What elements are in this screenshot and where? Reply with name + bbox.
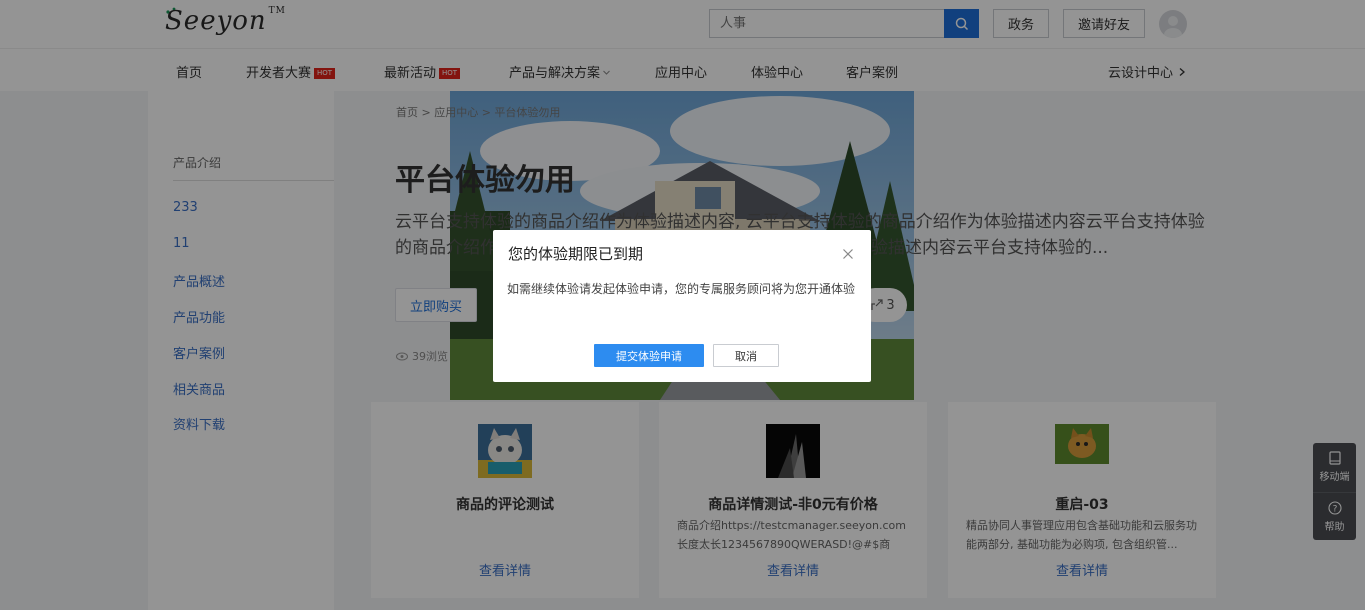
- experience-expired-dialog: 您的体验期限已到期 如需继续体验请发起体验申请，您的专属服务顾问将为您开通体验 …: [493, 230, 871, 382]
- close-icon[interactable]: [842, 248, 854, 260]
- dialog-message: 如需继续体验请发起体验申请，您的专属服务顾问将为您开通体验: [507, 282, 856, 296]
- dialog-title: 您的体验期限已到期: [508, 245, 644, 263]
- submit-experience-request-button[interactable]: 提交体验申请: [594, 344, 704, 367]
- cancel-button[interactable]: 取消: [713, 344, 779, 367]
